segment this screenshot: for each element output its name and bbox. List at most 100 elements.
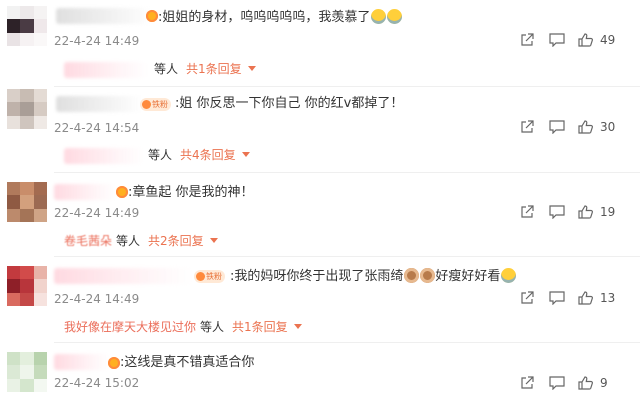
avatar-mosaic-cell	[20, 266, 34, 280]
chevron-down-icon[interactable]	[209, 238, 218, 243]
comment-text-body: :这线是真不错真适合你	[120, 355, 255, 370]
reply-deng: 等人	[116, 234, 141, 248]
share-icon[interactable]	[520, 120, 534, 134]
reply-count-link[interactable]: 共1条回复	[232, 320, 288, 334]
avatar-mosaic-cell	[7, 32, 21, 46]
comment-icon[interactable]	[549, 376, 565, 390]
avatar-mosaic-cell	[7, 378, 21, 392]
fan-badge: 铁粉	[194, 270, 225, 283]
comment-time: 22-4-24 15:02	[54, 376, 140, 390]
comment-actions: 49	[520, 33, 630, 49]
avatar-mosaic-cell	[33, 195, 47, 209]
avatar-mosaic-cell	[7, 182, 21, 196]
share-icon[interactable]	[520, 33, 534, 47]
monkey-emoji-icon	[420, 268, 436, 283]
comment-text-body: :姐 你反思一下你自己 你的红v都掉了！	[175, 96, 404, 111]
avatar-mosaic-cell	[33, 89, 47, 103]
comment-text-body: :我的妈呀你终于出现了张雨绮	[230, 269, 404, 284]
divider	[54, 342, 640, 343]
vip-icon	[108, 357, 120, 369]
thumbs-up-icon[interactable]	[578, 376, 593, 390]
comment-text-tail: 好瘦好好看	[435, 269, 501, 284]
username-blurred[interactable]	[56, 8, 152, 24]
comment-text-body: :章鱼起 你是我的神！	[128, 185, 254, 200]
comment-actions: 30	[520, 120, 630, 136]
reply-count-link[interactable]: 共4条回复	[180, 148, 236, 162]
avatar-mosaic-cell	[20, 208, 34, 222]
replier-blurred[interactable]	[64, 62, 148, 78]
avatar-mosaic-cell	[33, 279, 47, 293]
like-count: 9	[600, 376, 608, 390]
avatar-mosaic-cell	[20, 279, 34, 293]
avatar-mosaic-cell	[33, 352, 47, 366]
monkey-emoji-icon	[404, 268, 420, 283]
fan-badge: 铁粉	[140, 98, 171, 111]
reply-deng: 等人	[200, 320, 225, 334]
comment-time: 22-4-24 14:49	[54, 206, 140, 220]
comment-time: 22-4-24 14:49	[54, 292, 140, 306]
avatar-mosaic-cell	[7, 352, 21, 366]
avatar-mosaic-cell	[7, 208, 21, 222]
avatar[interactable]	[7, 6, 47, 46]
avatar-mosaic-cell	[7, 365, 21, 379]
avatar-mosaic-cell	[7, 6, 21, 20]
avatar-mosaic-cell	[7, 19, 21, 33]
share-icon[interactable]	[520, 205, 534, 219]
avatar-mosaic-cell	[7, 195, 21, 209]
like-count: 13	[600, 291, 616, 305]
avatar[interactable]	[7, 266, 47, 306]
avatar-mosaic-cell	[7, 89, 21, 103]
reply-count-link[interactable]: 共2条回复	[148, 234, 204, 248]
username-blurred[interactable]	[54, 354, 110, 370]
replier-name-link[interactable]: 卷毛茜朵	[64, 234, 112, 248]
avatar-mosaic-cell	[7, 279, 21, 293]
replier-name-link[interactable]: 我好像在摩天大楼见过你	[64, 320, 196, 334]
divider	[54, 256, 640, 257]
reply-summary[interactable]: 卷毛茜朵 等人 共2条回复	[64, 233, 218, 249]
avatar-mosaic-cell	[20, 195, 34, 209]
reply-deng: 等人	[154, 62, 179, 76]
thumbs-up-icon[interactable]	[578, 33, 593, 47]
vip-icon	[146, 10, 158, 22]
avatar-mosaic-cell	[7, 292, 21, 306]
reply-summary[interactable]: 我好像在摩天大楼见过你 等人 共1条回复	[64, 319, 302, 335]
comment-text: :姐 你反思一下你自己 你的红v都掉了！	[175, 96, 403, 112]
like-count: 49	[600, 33, 616, 47]
username-blurred[interactable]	[56, 96, 142, 112]
thumbs-up-icon[interactable]	[578, 291, 593, 305]
share-icon[interactable]	[520, 291, 534, 305]
thumbs-up-icon[interactable]	[578, 120, 593, 134]
username-blurred[interactable]	[54, 184, 116, 200]
avatar-mosaic-cell	[20, 365, 34, 379]
avatar-mosaic-cell	[7, 266, 21, 280]
replier-blurred[interactable]	[64, 148, 144, 164]
like-count: 19	[600, 205, 616, 219]
reply-summary[interactable]: 等人 共1条回复	[150, 61, 256, 77]
comment-actions: 19	[520, 205, 630, 221]
avatar-mosaic-cell	[33, 365, 47, 379]
reply-count-link[interactable]: 共1条回复	[186, 62, 242, 76]
avatar-mosaic-cell	[33, 292, 47, 306]
chevron-down-icon[interactable]	[247, 66, 256, 71]
share-icon[interactable]	[520, 376, 534, 390]
comment-icon[interactable]	[549, 291, 565, 305]
comment-icon[interactable]	[549, 120, 565, 134]
divider	[54, 172, 640, 173]
avatar-mosaic-cell	[7, 115, 21, 129]
chevron-down-icon[interactable]	[293, 324, 302, 329]
comment-icon[interactable]	[549, 205, 565, 219]
comment-text: :这线是真不错真适合你	[120, 355, 254, 371]
thumbs-up-icon[interactable]	[578, 205, 593, 219]
avatar[interactable]	[7, 182, 47, 222]
username-blurred[interactable]	[54, 268, 192, 284]
crying-emoji-icon	[387, 9, 403, 24]
avatar-mosaic-cell	[20, 378, 34, 392]
avatar[interactable]	[7, 89, 47, 129]
avatar-mosaic-cell	[33, 32, 47, 46]
avatar[interactable]	[7, 352, 47, 392]
chevron-down-icon[interactable]	[241, 152, 250, 157]
comment-icon[interactable]	[549, 33, 565, 47]
comment-text-body: :姐姐的身材，呜呜呜呜呜，我羡慕了	[158, 10, 371, 25]
avatar-mosaic-cell	[20, 292, 34, 306]
reply-summary[interactable]: 等人 共4条回复	[144, 147, 250, 163]
